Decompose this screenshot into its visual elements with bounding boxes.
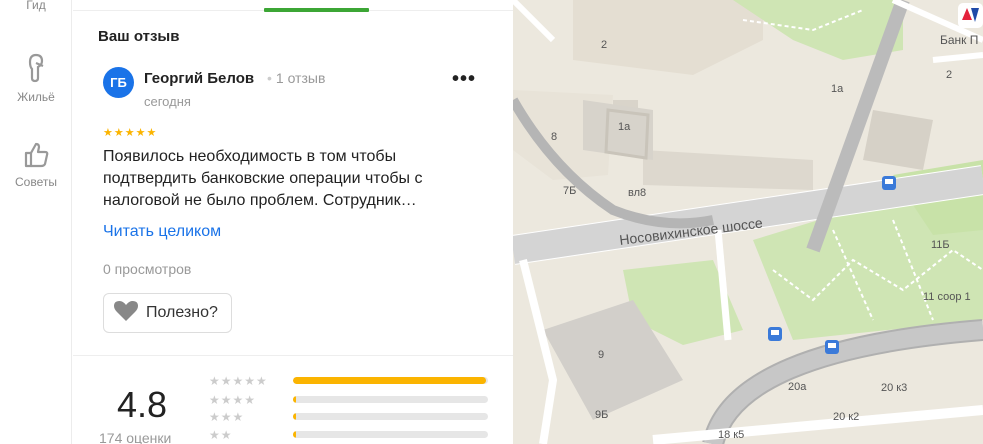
heart-icon <box>114 300 138 327</box>
rating-row-bar <box>293 377 488 384</box>
review-text: Появилось необходимость в том чтобы подт… <box>103 148 423 209</box>
rating-row-stars: ★★★★★ <box>209 374 268 388</box>
rating-row-stars: ★★★★ <box>209 393 257 407</box>
rating-row-stars: ★★★ <box>209 410 245 424</box>
rail-item-guide-label: Гид <box>26 0 46 12</box>
bank-label: Банк П <box>940 33 978 47</box>
rail-item-guide[interactable]: Гид <box>0 0 72 12</box>
building-label: 11 соор 1 <box>923 291 971 303</box>
building-label: 9 <box>598 349 604 361</box>
average-rating: 4.8 <box>117 384 168 425</box>
building-label: 20 к3 <box>881 382 907 394</box>
building-label: 20а <box>788 381 807 393</box>
views-count: 0 просмотров <box>103 261 192 277</box>
rating-row-stars: ★★ <box>209 428 233 442</box>
rating-row-fill <box>293 377 487 384</box>
reviews-panel: Ваш отзыв ГБ Георгий Белов • 1 отзыв сего… <box>73 0 513 444</box>
building-label: 2 <box>946 69 952 81</box>
author-name[interactable]: Георгий Белов <box>144 70 254 87</box>
section-divider <box>73 355 513 356</box>
review-stars: ★★★★★ <box>103 127 158 139</box>
rail-item-housing[interactable]: Жильё <box>0 52 72 104</box>
more-options-icon[interactable]: ••• <box>452 68 476 91</box>
building-label: 9Б <box>595 409 608 421</box>
rating-row-fill <box>293 413 296 420</box>
rail-item-tips-label: Советы <box>15 175 57 189</box>
building-label: 1а <box>831 83 844 95</box>
building-label: вл8 <box>628 187 646 199</box>
thumbs-up-icon <box>0 141 72 169</box>
left-rail: Гид Жильё Советы <box>0 0 72 444</box>
building-label: 2 <box>601 39 607 51</box>
rating-row-fill <box>293 431 296 438</box>
rail-item-housing-label: Жильё <box>17 90 55 104</box>
rail-item-tips[interactable]: Советы <box>0 141 72 189</box>
author-review-count-text: 1 отзыв <box>275 70 326 86</box>
active-tab-indicator <box>264 8 369 12</box>
building-label: 11Б <box>931 239 950 251</box>
useful-button[interactable]: Полезно? <box>103 293 232 333</box>
bus-stop-icon[interactable] <box>768 327 782 341</box>
map-canvas[interactable]: Носовихинское шоссе Банк П 2 2 1а 1а 8 7… <box>513 0 983 444</box>
author-review-count: • 1 отзыв <box>267 70 325 86</box>
review-date: сегодня <box>144 94 191 109</box>
rating-count: 174 оценки <box>99 430 172 444</box>
section-title: Ваш отзыв <box>98 28 180 45</box>
rating-row-fill <box>293 396 296 403</box>
separator-dot: • <box>267 70 272 86</box>
avatar[interactable]: ГБ <box>103 67 134 98</box>
rating-row-bar <box>293 413 488 420</box>
bus-stop-icon[interactable] <box>825 340 839 354</box>
rating-row-bar <box>293 431 488 438</box>
useful-button-label: Полезно? <box>146 304 218 321</box>
read-more-link[interactable]: Читать целиком <box>103 223 221 241</box>
building-label: 18 к5 <box>718 429 744 441</box>
building-label: 8 <box>551 131 557 143</box>
bank-logo-icon[interactable] <box>958 3 983 28</box>
housing-icon <box>0 52 72 84</box>
building-label: 20 к2 <box>833 411 859 423</box>
building-label: 1а <box>618 121 631 133</box>
building-label: 7Б <box>563 185 576 197</box>
rating-row-bar <box>293 396 488 403</box>
map-view[interactable]: Носовихинское шоссе Банк П 2 2 1а 1а 8 7… <box>513 0 983 444</box>
bus-stop-icon[interactable] <box>882 176 896 190</box>
